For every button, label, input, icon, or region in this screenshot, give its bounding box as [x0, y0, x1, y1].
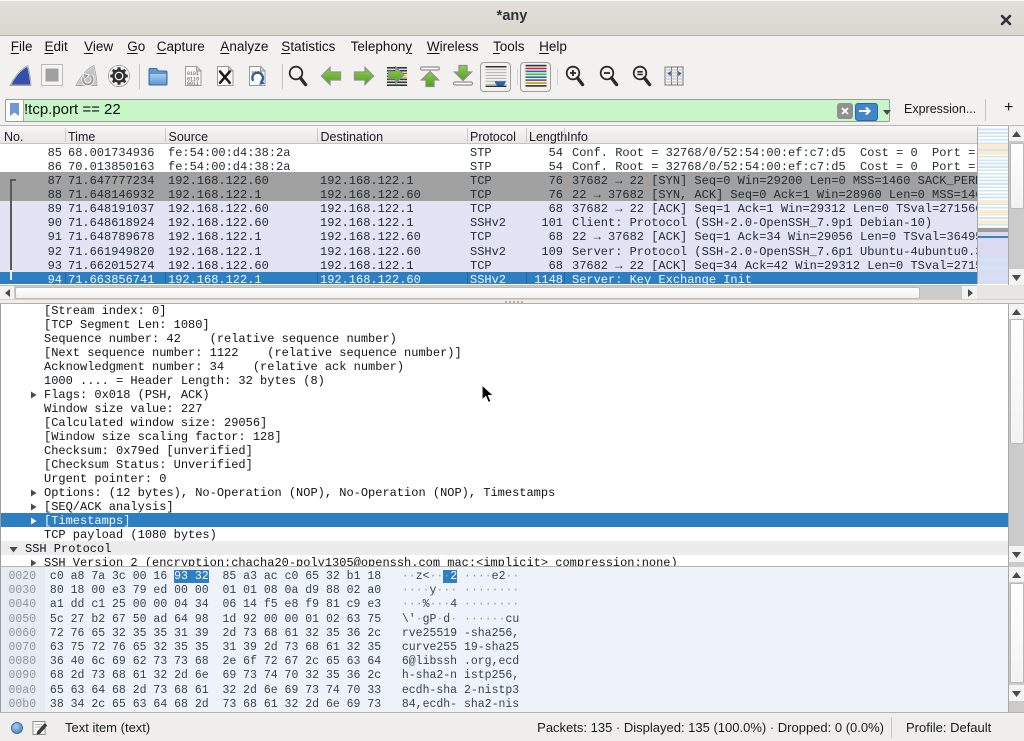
svg-text:0011: 0011 [187, 81, 199, 87]
svg-text:0101: 0101 [252, 70, 263, 76]
